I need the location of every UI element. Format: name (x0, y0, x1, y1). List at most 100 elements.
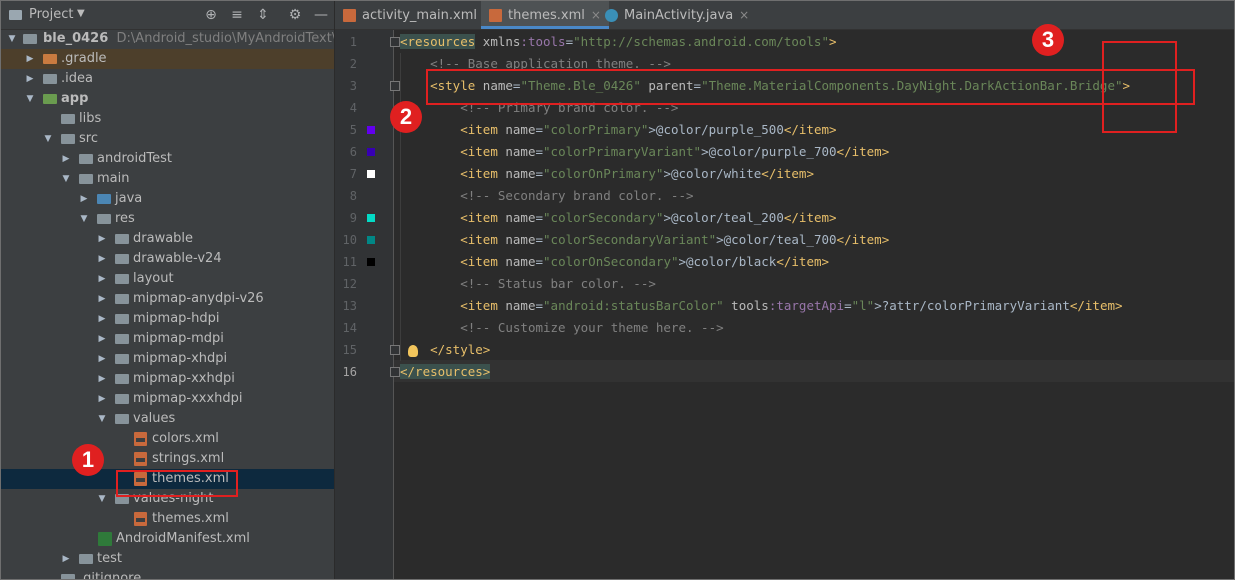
code-tag: </item> (836, 232, 890, 247)
chevron-right-icon[interactable]: ▶ (61, 149, 71, 169)
lightbulb-icon[interactable] (408, 345, 418, 357)
chevron-down-icon[interactable]: ▼ (61, 169, 71, 189)
tree-item-mipmap-xhdpi[interactable]: ▶ mipmap-xhdpi (1, 349, 334, 369)
tree-item-label: androidTest (97, 151, 172, 166)
tree-item-drawable-v24[interactable]: ▶ drawable-v24 (1, 249, 334, 269)
tree-item-label: java (115, 191, 143, 206)
tree-item-mipmap-hdpi[interactable]: ▶ mipmap-hdpi (1, 309, 334, 329)
code-tag: <item (460, 122, 498, 137)
color-swatch-teal-200[interactable] (367, 214, 375, 222)
line-number: 3 (349, 79, 357, 93)
expand-icon[interactable]: ⇕ (254, 6, 272, 24)
code-text: >@color/purple_700 (701, 144, 837, 159)
close-icon[interactable]: × (739, 8, 749, 22)
target-icon[interactable]: ⊕ (202, 6, 220, 24)
tree-item-drawable[interactable]: ▶ drawable (1, 229, 334, 249)
chevron-right-icon[interactable]: ▶ (25, 69, 35, 89)
code-line-14: <!-- Customize your theme here. --> (400, 317, 723, 339)
color-swatch-white[interactable] (367, 170, 375, 178)
tree-item-gradle[interactable]: ▶ .gradle (1, 49, 334, 69)
collapse-all-icon[interactable]: ≡ (228, 6, 246, 24)
tree-item-libs[interactable]: libs (1, 109, 334, 129)
tree-item-res[interactable]: ▼ res (1, 209, 334, 229)
color-swatch-purple-500[interactable] (367, 126, 375, 134)
fold-marker[interactable] (390, 367, 400, 377)
tree-item-layout[interactable]: ▶ layout (1, 269, 334, 289)
chevron-right-icon[interactable]: ▶ (61, 549, 71, 569)
tab-themes-xml[interactable]: themes.xml × (481, 1, 609, 29)
chevron-down-icon[interactable]: ▼ (77, 8, 85, 19)
tree-item-gitignore[interactable]: .gitignore (1, 569, 334, 579)
tree-item-test[interactable]: ▶ test (1, 549, 334, 569)
root-project-path: D:\Android_studio\MyAndroidText\BlueT (116, 31, 335, 46)
chevron-right-icon[interactable]: ▶ (97, 349, 107, 369)
chevron-right-icon[interactable]: ▶ (97, 329, 107, 349)
tree-item-androidtest[interactable]: ▶ androidTest (1, 149, 334, 169)
tree-item-androidmanifest[interactable]: AndroidManifest.xml (1, 529, 334, 549)
xml-file-icon (134, 452, 147, 466)
tree-item-label: themes.xml (152, 511, 229, 526)
code-line-7: <item name="colorOnPrimary">@color/white… (460, 166, 814, 181)
chevron-right-icon[interactable]: ▶ (97, 369, 107, 389)
chevron-right-icon[interactable]: ▶ (97, 269, 107, 289)
tree-item-app[interactable]: ▼ app (1, 89, 334, 109)
chevron-down-icon[interactable]: ▼ (97, 489, 107, 509)
tree-item-src[interactable]: ▼ src (1, 129, 334, 149)
chevron-down-icon[interactable]: ▼ (7, 29, 17, 49)
tree-item-mipmap-anydpi-v26[interactable]: ▶ mipmap-anydpi-v26 (1, 289, 334, 309)
tree-item-root[interactable]: ▼ ble_0426 D:\Android_studio\MyAndroidTe… (1, 29, 334, 49)
chevron-down-icon[interactable]: ▼ (25, 89, 35, 109)
color-swatch-teal-700[interactable] (367, 236, 375, 244)
resource-folder-icon (97, 214, 111, 224)
fold-marker[interactable] (390, 345, 400, 355)
tree-item-idea[interactable]: ▶ .idea (1, 69, 334, 89)
code-value: "colorSecondaryVariant" (543, 232, 717, 247)
tree-item-label: mipmap-xhdpi (133, 351, 228, 366)
current-line-highlight (394, 360, 1234, 382)
tab-activity-main-xml[interactable]: activity_main.xml× (343, 1, 493, 29)
line-number: 13 (342, 299, 357, 313)
tree-item-label: app (61, 91, 89, 106)
code-eq: = (565, 34, 574, 49)
color-swatch-purple-700[interactable] (367, 148, 375, 156)
close-icon[interactable]: × (591, 8, 601, 22)
chevron-down-icon[interactable]: ▼ (97, 409, 107, 429)
tree-item-themes-xml-night[interactable]: themes.xml (1, 509, 334, 529)
folder-icon (115, 394, 129, 404)
tree-item-main[interactable]: ▼ main (1, 169, 334, 189)
code-line-16: </resources> (400, 361, 491, 383)
code-value: "http://schemas.android.com/tools" (573, 34, 829, 49)
project-view-selector[interactable]: Project (29, 7, 73, 22)
chevron-right-icon[interactable]: ▶ (25, 49, 35, 69)
code-line-6: <item name="colorPrimaryVariant">@color/… (460, 144, 890, 159)
tab-mainactivity-java[interactable]: MainActivity.java × (605, 1, 749, 29)
folder-icon (115, 254, 129, 264)
folder-icon (61, 114, 75, 124)
tree-item-strings-xml[interactable]: strings.xml (1, 449, 334, 469)
chevron-right-icon[interactable]: ▶ (79, 189, 89, 209)
chevron-right-icon[interactable]: ▶ (97, 309, 107, 329)
tree-item-mipmap-xxxhdpi[interactable]: ▶ mipmap-xxxhdpi (1, 389, 334, 409)
fold-marker[interactable] (390, 37, 400, 47)
tree-item-java[interactable]: ▶ java (1, 189, 334, 209)
chevron-right-icon[interactable]: ▶ (97, 289, 107, 309)
code-tag: <item (460, 144, 498, 159)
java-class-icon (605, 9, 618, 22)
line-number: 9 (349, 211, 357, 225)
minimize-icon[interactable]: — (312, 6, 330, 24)
chevron-right-icon[interactable]: ▶ (97, 229, 107, 249)
chevron-down-icon[interactable]: ▼ (79, 209, 89, 229)
color-swatch-black[interactable] (367, 258, 375, 266)
code-attr: name (497, 254, 536, 269)
tree-item-mipmap-mdpi[interactable]: ▶ mipmap-mdpi (1, 329, 334, 349)
project-panel-header: Project ▼ ⊕ ≡ ⇕ ⚙ — (1, 1, 334, 30)
chevron-right-icon[interactable]: ▶ (97, 249, 107, 269)
tree-item-mipmap-xxhdpi[interactable]: ▶ mipmap-xxhdpi (1, 369, 334, 389)
gear-icon[interactable]: ⚙ (286, 6, 304, 24)
tree-item-colors-xml[interactable]: colors.xml (1, 429, 334, 449)
tree-item-values[interactable]: ▼ values (1, 409, 334, 429)
annotation-badge-2: 2 (390, 101, 422, 133)
chevron-down-icon[interactable]: ▼ (43, 129, 53, 149)
fold-marker[interactable] (390, 81, 400, 91)
chevron-right-icon[interactable]: ▶ (97, 389, 107, 409)
